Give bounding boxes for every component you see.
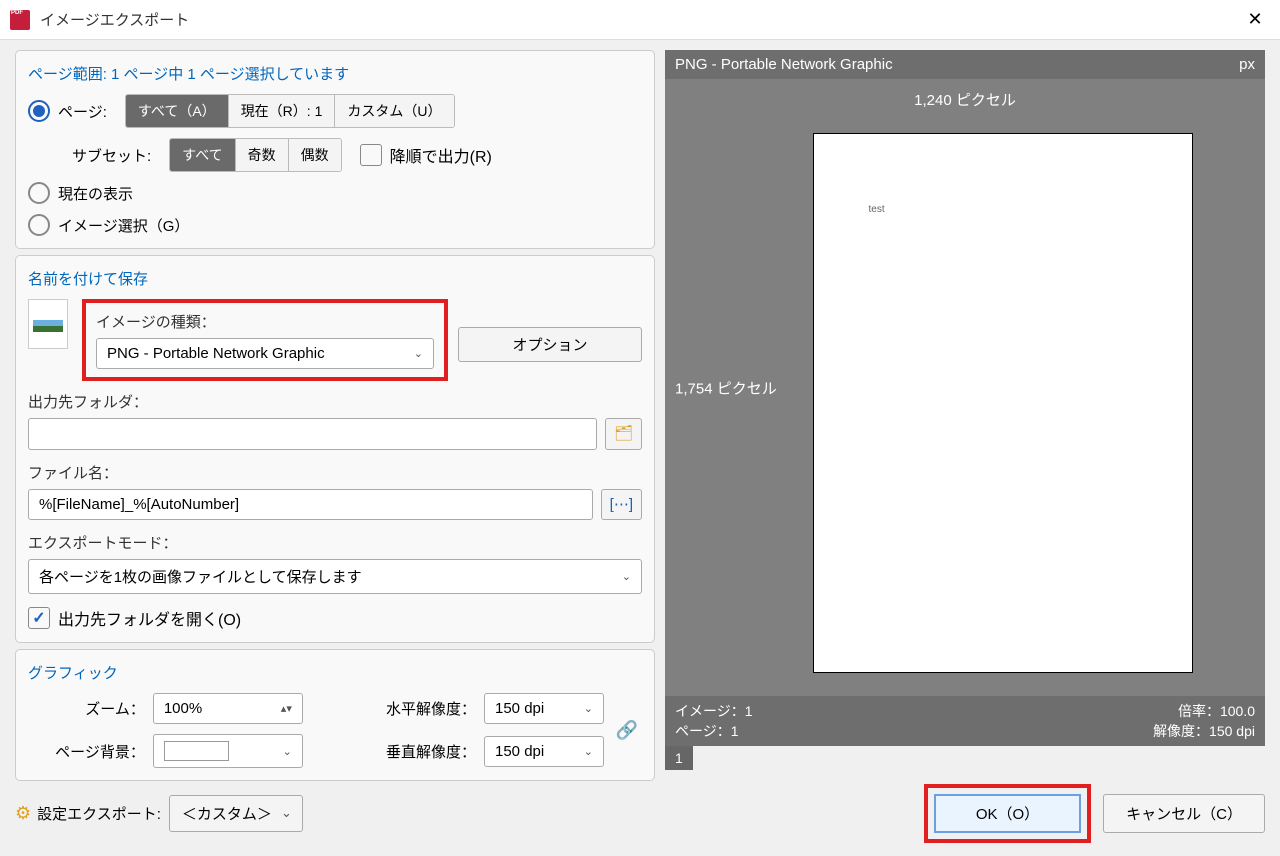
ok-label: OK（O） xyxy=(976,806,1039,823)
link-icon[interactable]: 🔗 xyxy=(612,720,642,741)
page-range-group: ページ範囲: 1 ページ中 1 ページ選択しています ページ: すべて（A） 現… xyxy=(15,50,655,249)
bg-label: ページ背景： xyxy=(28,741,145,762)
radio-pages-label: ページ: xyxy=(58,101,107,122)
preview-panel: PNG - Portable Network Graphic px 1,240 … xyxy=(665,50,1265,770)
radio-image-selection-label: イメージ選択（G） xyxy=(58,215,189,236)
page-preview: test xyxy=(813,133,1193,673)
window-title: イメージエクスポート xyxy=(40,9,1240,30)
seg-current[interactable]: 現在（R）: 1 xyxy=(229,95,336,127)
open-folder-label: 出力先フォルダを開く(O) xyxy=(58,606,241,630)
preview-unit: px xyxy=(1239,56,1255,73)
bottom-bar: ⚙ 設定エクスポート: ＜カスタム＞ OK（O） キャンセル（C） xyxy=(0,780,1280,846)
app-icon xyxy=(10,10,30,30)
subset-all[interactable]: すべて xyxy=(170,139,235,171)
image-info: イメージ：1 xyxy=(675,701,753,721)
browse-folder-button[interactable]: 🗂 xyxy=(605,418,642,450)
preview-format: PNG - Portable Network Graphic xyxy=(675,56,893,73)
preview-canvas: 1,240 ピクセル 1,754 ピクセル test xyxy=(665,79,1265,696)
export-mode-select[interactable]: 各ページを1枚の画像ファイルとして保存します ⌄ xyxy=(28,559,642,594)
bg-select[interactable]: ⌄ xyxy=(153,734,303,768)
hres-value: 150 dpi xyxy=(495,700,544,717)
save-as-title: 名前を付けて保存 xyxy=(28,268,642,289)
zoom-select[interactable]: 100% ▴▾ xyxy=(153,693,303,724)
image-type-label: イメージの種類： xyxy=(96,311,434,332)
zoom-value: 100% xyxy=(164,700,202,717)
preview-footer: イメージ：1 倍率：100.0 ページ：1 解像度：150 dpi xyxy=(665,696,1265,746)
folder-tree-icon: 🗂 xyxy=(614,425,633,442)
seg-custom[interactable]: カスタム（U） xyxy=(335,95,453,127)
chevron-down-icon: ⌄ xyxy=(283,745,292,758)
reverse-label: 降順で出力(R) xyxy=(390,143,492,167)
res-info: 解像度：150 dpi xyxy=(1153,721,1255,741)
export-mode-value: 各ページを1枚の画像ファイルとして保存します xyxy=(39,566,362,587)
export-mode-label: エクスポートモード： xyxy=(28,532,642,553)
image-type-select[interactable]: PNG - Portable Network Graphic ⌄ xyxy=(96,338,434,369)
height-dimension: 1,754 ピクセル xyxy=(675,377,777,398)
subset-even[interactable]: 偶数 xyxy=(289,139,341,171)
zoom-label: ズーム： xyxy=(28,698,145,719)
reverse-checkbox[interactable] xyxy=(360,144,382,166)
titlebar: イメージエクスポート ✕ xyxy=(0,0,1280,40)
subset-odd[interactable]: 奇数 xyxy=(236,139,289,171)
page-range-title: ページ範囲: 1 ページ中 1 ページ選択しています xyxy=(28,63,642,84)
vres-label: 垂直解像度： xyxy=(359,741,476,762)
graphics-title: グラフィック xyxy=(28,662,642,683)
filename-label: ファイル名： xyxy=(28,462,642,483)
page-tabs: 1 xyxy=(665,746,1265,770)
image-thumb-icon xyxy=(28,299,68,349)
subset-segments: すべて 奇数 偶数 xyxy=(169,138,341,172)
radio-current-view-label: 現在の表示 xyxy=(58,183,133,204)
cancel-button[interactable]: キャンセル（C） xyxy=(1103,794,1265,833)
macro-button[interactable]: [⋯] xyxy=(601,489,642,520)
seg-all[interactable]: すべて（A） xyxy=(126,95,229,127)
options-button[interactable]: オプション xyxy=(458,327,642,362)
output-folder-input[interactable] xyxy=(28,418,597,450)
settings-value: ＜カスタム＞ xyxy=(182,803,272,824)
ok-highlight: OK（O） xyxy=(924,784,1091,843)
close-icon[interactable]: ✕ xyxy=(1240,5,1270,35)
filename-input[interactable]: %[FileName]_%[AutoNumber] xyxy=(28,489,593,520)
output-folder-label: 出力先フォルダ： xyxy=(28,391,642,412)
open-folder-checkbox[interactable] xyxy=(28,607,50,629)
chevron-down-icon: ⌄ xyxy=(584,745,593,758)
image-type-highlight: イメージの種類： PNG - Portable Network Graphic … xyxy=(82,299,448,381)
radio-pages[interactable] xyxy=(28,100,50,122)
settings-label: 設定エクスポート: xyxy=(37,803,161,824)
save-as-group: 名前を付けて保存 イメージの種類： PNG - Portable Network… xyxy=(15,255,655,643)
chevron-down-icon: ⌄ xyxy=(622,570,631,583)
chevron-down-icon: ⌄ xyxy=(414,347,423,360)
cancel-label: キャンセル（C） xyxy=(1126,806,1242,823)
bg-color-swatch xyxy=(164,741,229,761)
pages-segments: すべて（A） 現在（R）: 1 カスタム（U） xyxy=(125,94,455,128)
vres-value: 150 dpi xyxy=(495,743,544,760)
hres-select[interactable]: 150 dpi ⌄ xyxy=(484,693,604,724)
ratio-info: 倍率：100.0 xyxy=(1178,701,1255,721)
page-tab-1[interactable]: 1 xyxy=(665,746,693,770)
graphics-group: グラフィック ズーム： 100% ▴▾ 水平解像度： 150 dpi ⌄ 🔗 ペ… xyxy=(15,649,655,781)
page-sample-text: test xyxy=(869,204,885,215)
ok-button[interactable]: OK（O） xyxy=(934,794,1081,833)
image-type-value: PNG - Portable Network Graphic xyxy=(107,345,325,362)
hres-label: 水平解像度： xyxy=(359,698,476,719)
subset-label: サブセット: xyxy=(72,145,151,166)
radio-current-view[interactable] xyxy=(28,182,50,204)
vres-select[interactable]: 150 dpi ⌄ xyxy=(484,736,604,767)
width-dimension: 1,240 ピクセル xyxy=(665,89,1265,110)
radio-image-selection[interactable] xyxy=(28,214,50,236)
gear-icon: ⚙ xyxy=(15,803,31,824)
page-info: ページ：1 xyxy=(675,721,739,741)
preview-header: PNG - Portable Network Graphic px xyxy=(665,50,1265,79)
chevron-down-icon: ⌄ xyxy=(584,702,593,715)
settings-export-select[interactable]: ＜カスタム＞ xyxy=(169,795,303,832)
spinner-icon: ▴▾ xyxy=(281,702,292,715)
